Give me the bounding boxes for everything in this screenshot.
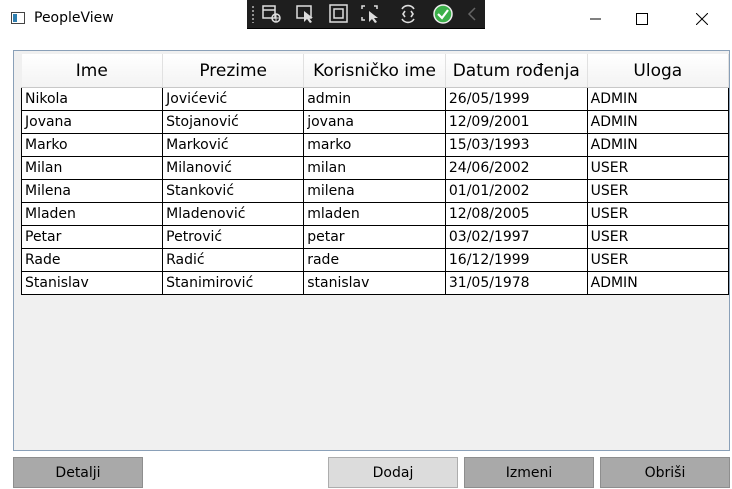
cell-uloga[interactable]: USER <box>586 225 730 249</box>
cell-datum-rodjenja[interactable]: 12/09/2001 <box>444 110 588 134</box>
table-row[interactable]: Jovana Stojanović jovana 12/09/2001 ADMI… <box>20 110 730 134</box>
cell-uloga[interactable]: USER <box>586 248 730 272</box>
cell-prezime[interactable]: Stanković <box>162 179 305 203</box>
cell-ime[interactable]: Nikola <box>20 87 164 111</box>
cell-uloga[interactable]: USER <box>586 156 730 180</box>
cell-datum-rodjenja[interactable]: 15/03/1993 <box>444 133 588 157</box>
cell-uloga[interactable]: USER <box>586 202 730 226</box>
cell-uloga[interactable]: ADMIN <box>586 271 730 295</box>
delete-button[interactable]: Obriši <box>600 457 730 488</box>
cell-prezime[interactable]: Petrović <box>162 225 305 249</box>
cell-uloga[interactable]: ADMIN <box>586 87 730 111</box>
header-row: Ime Prezime Korisničko ime Datum rođenja… <box>21 54 730 88</box>
cell-korisnicko-ime[interactable]: admin <box>303 87 446 111</box>
cell-ime[interactable]: Mladen <box>20 202 164 226</box>
track-focus-icon[interactable] <box>359 3 383 25</box>
column-header-uloga[interactable]: Uloga <box>587 54 730 88</box>
cell-korisnicko-ime[interactable]: stanislav <box>303 271 446 295</box>
cell-prezime[interactable]: Radić <box>162 248 305 272</box>
details-button[interactable]: Detalji <box>13 457 143 488</box>
binding-ok-icon[interactable] <box>431 3 455 25</box>
cell-korisnicko-ime[interactable]: petar <box>303 225 446 249</box>
table-row[interactable]: Milena Stanković milena 01/01/2002 USER <box>20 179 730 203</box>
close-button[interactable] <box>679 0 725 38</box>
column-header-prezime[interactable]: Prezime <box>162 54 305 88</box>
collapse-chevron-icon[interactable] <box>460 3 484 25</box>
cell-datum-rodjenja[interactable]: 03/02/1997 <box>444 225 588 249</box>
cell-ime[interactable]: Milan <box>20 156 164 180</box>
minimize-button[interactable] <box>573 0 619 38</box>
cell-prezime[interactable]: Milanović <box>162 156 305 180</box>
people-data-grid[interactable]: Ime Prezime Korisničko ime Datum rođenja… <box>13 50 730 451</box>
people-table: Ime Prezime Korisničko ime Datum rođenja… <box>20 54 730 295</box>
cell-ime[interactable]: Jovana <box>20 110 164 134</box>
table-row[interactable]: Marko Marković marko 15/03/1993 ADMIN <box>20 133 730 157</box>
cell-uloga[interactable]: ADMIN <box>586 133 730 157</box>
cell-prezime[interactable]: Jovićević <box>162 87 305 111</box>
edit-button[interactable]: Izmeni <box>464 457 594 488</box>
cell-datum-rodjenja[interactable]: 26/05/1999 <box>444 87 588 111</box>
cell-korisnicko-ime[interactable]: milena <box>303 179 446 203</box>
cell-datum-rodjenja[interactable]: 31/05/1978 <box>444 271 588 295</box>
table-row[interactable]: Stanislav Stanimirović stanislav 31/05/1… <box>20 271 730 295</box>
live-visual-tree-icon[interactable] <box>260 3 284 25</box>
cell-datum-rodjenja[interactable]: 16/12/1999 <box>444 248 588 272</box>
cell-korisnicko-ime[interactable]: mladen <box>303 202 446 226</box>
window-title: PeopleView <box>34 10 114 26</box>
add-button[interactable]: Dodaj <box>328 457 458 488</box>
cell-prezime[interactable]: Stojanović <box>162 110 305 134</box>
cell-datum-rodjenja[interactable]: 24/06/2002 <box>444 156 588 180</box>
cell-ime[interactable]: Stanislav <box>20 271 164 295</box>
table-row[interactable]: Nikola Jovićević admin 26/05/1999 ADMIN <box>20 87 730 111</box>
hot-reload-icon[interactable] <box>396 3 420 25</box>
cell-prezime[interactable]: Marković <box>162 133 305 157</box>
cell-ime[interactable]: Rade <box>20 248 164 272</box>
cell-korisnicko-ime[interactable]: milan <box>303 156 446 180</box>
cell-datum-rodjenja[interactable]: 12/08/2005 <box>444 202 588 226</box>
title-bar: PeopleView <box>0 0 732 38</box>
cell-korisnicko-ime[interactable]: jovana <box>303 110 446 134</box>
cell-ime[interactable]: Petar <box>20 225 164 249</box>
table-row[interactable]: Milan Milanović milan 24/06/2002 USER <box>20 156 730 180</box>
xaml-debug-toolbar <box>247 0 485 29</box>
cell-ime[interactable]: Milena <box>20 179 164 203</box>
cell-prezime[interactable]: Stanimirović <box>162 271 305 295</box>
toolbar-grip[interactable] <box>251 5 255 23</box>
cell-prezime[interactable]: Mladenović <box>162 202 305 226</box>
table-row[interactable]: Rade Radić rade 16/12/1999 USER <box>20 248 730 272</box>
cell-uloga[interactable]: USER <box>586 179 730 203</box>
column-header-datum-rodjenja[interactable]: Datum rođenja <box>445 54 588 88</box>
display-layout-adorners-icon[interactable] <box>327 3 351 25</box>
cell-datum-rodjenja[interactable]: 01/01/2002 <box>444 179 588 203</box>
column-header-korisnicko-ime[interactable]: Korisničko ime <box>303 54 446 88</box>
table-row[interactable]: Mladen Mladenović mladen 12/08/2005 USER <box>20 202 730 226</box>
column-header-ime[interactable]: Ime <box>21 54 164 88</box>
maximize-button[interactable] <box>619 0 665 38</box>
cell-uloga[interactable]: ADMIN <box>586 110 730 134</box>
table-row[interactable]: Petar Petrović petar 03/02/1997 USER <box>20 225 730 249</box>
cell-korisnicko-ime[interactable]: marko <box>303 133 446 157</box>
select-element-icon[interactable] <box>294 3 318 25</box>
app-window-icon <box>11 12 25 24</box>
cell-korisnicko-ime[interactable]: rade <box>303 248 446 272</box>
cell-ime[interactable]: Marko <box>20 133 164 157</box>
